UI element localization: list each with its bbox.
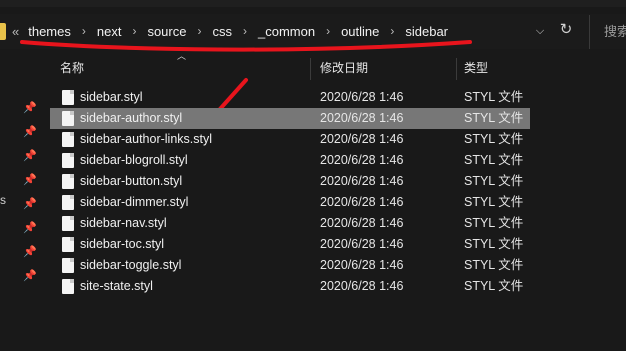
file-row[interactable]: sidebar.styl 2020/6/28 1:46 STYL 文件: [50, 87, 530, 108]
file-date: 2020/6/28 1:46: [320, 216, 404, 230]
pin-icon[interactable]: 📌: [22, 120, 38, 144]
file-name: sidebar.styl: [80, 90, 143, 104]
column-header-row: ︿ 名称 修改日期 类型: [50, 51, 530, 82]
column-divider[interactable]: [456, 58, 457, 80]
file-type: STYL 文件: [464, 111, 524, 125]
chevron-right-icon[interactable]: ›: [390, 24, 394, 38]
file-row[interactable]: sidebar-button.styl 2020/6/28 1:46 STYL 文件: [50, 171, 530, 192]
file-icon: [62, 258, 74, 273]
file-name: site-state.styl: [80, 279, 153, 293]
pin-icon[interactable]: 📌: [22, 216, 38, 240]
file-icon: [62, 111, 74, 126]
chevron-right-icon[interactable]: ›: [243, 24, 247, 38]
breadcrumb-css[interactable]: css: [211, 24, 233, 39]
file-name: sidebar-toc.styl: [80, 237, 165, 251]
file-date: 2020/6/28 1:46: [320, 195, 404, 209]
chevron-right-icon[interactable]: ›: [82, 24, 86, 38]
file-date: 2020/6/28 1:46: [320, 174, 404, 188]
folder-icon: [0, 23, 6, 40]
file-icon: [62, 90, 74, 105]
file-icon: [62, 174, 74, 189]
chevron-right-icon[interactable]: ›: [326, 24, 330, 38]
file-name: sidebar-author-links.styl: [80, 132, 212, 146]
file-icon: [62, 132, 74, 147]
pin-icon[interactable]: 📌: [22, 264, 38, 288]
breadcrumb-themes[interactable]: themes: [27, 24, 72, 39]
file-type: STYL 文件: [464, 153, 524, 167]
file-type: STYL 文件: [464, 132, 524, 146]
file-row[interactable]: sidebar-author-links.styl 2020/6/28 1:46 S…: [50, 129, 530, 150]
overflow-chevron-icon[interactable]: «: [12, 24, 19, 39]
sort-ascending-icon: ︿: [177, 51, 187, 61]
file-icon: [62, 237, 74, 252]
file-type: STYL 文件: [464, 90, 524, 104]
breadcrumb[interactable]: « themes › next › source › css › _common…: [12, 21, 449, 41]
pin-icon[interactable]: 📌: [22, 192, 38, 216]
chevron-right-icon[interactable]: ›: [132, 24, 136, 38]
breadcrumb-common[interactable]: _common: [257, 24, 316, 39]
file-type: STYL 文件: [464, 174, 524, 188]
file-date: 2020/6/28 1:46: [320, 90, 404, 104]
file-icon: [62, 279, 74, 294]
file-row[interactable]: sidebar-toggle.styl 2020/6/28 1:46 STYL 文件: [50, 255, 530, 276]
quick-access-pins: 📌 📌 📌 📌 📌 📌 📌 📌: [22, 96, 38, 288]
column-header-date[interactable]: 修改日期: [320, 56, 368, 82]
file-icon: [62, 195, 74, 210]
window-top-strip: [0, 0, 626, 7]
file-type: STYL 文件: [464, 237, 524, 251]
file-row[interactable]: sidebar-toc.styl 2020/6/28 1:46 STYL 文件: [50, 234, 530, 255]
file-icon: [62, 153, 74, 168]
file-icon: [62, 216, 74, 231]
column-divider[interactable]: [310, 58, 311, 80]
file-date: 2020/6/28 1:46: [320, 132, 404, 146]
file-date: 2020/6/28 1:46: [320, 111, 404, 125]
address-history-dropdown-icon[interactable]: ⌵: [533, 22, 547, 40]
file-type: STYL 文件: [464, 279, 524, 293]
nav-pane-label-fragment[interactable]: s: [0, 193, 6, 207]
file-date: 2020/6/28 1:46: [320, 279, 404, 293]
breadcrumb-sidebar[interactable]: sidebar: [404, 24, 449, 39]
file-name: sidebar-author.styl: [80, 111, 183, 125]
file-list: sidebar.styl 2020/6/28 1:46 STYL 文件 sidebar…: [50, 87, 530, 297]
file-type: STYL 文件: [464, 195, 524, 209]
file-row[interactable]: sidebar-nav.styl 2020/6/28 1:46 STYL 文件: [50, 213, 530, 234]
search-input[interactable]: 搜索: [589, 15, 626, 49]
file-row[interactable]: sidebar-dimmer.styl 2020/6/28 1:46 STYL 文件: [50, 192, 530, 213]
file-name: sidebar-nav.styl: [80, 216, 167, 230]
column-header-name[interactable]: 名称: [60, 56, 84, 82]
file-row[interactable]: sidebar-blogroll.styl 2020/6/28 1:46 STYL …: [50, 150, 530, 171]
pin-icon[interactable]: 📌: [22, 144, 38, 168]
column-header-type[interactable]: 类型: [464, 56, 488, 82]
pin-icon[interactable]: 📌: [22, 96, 38, 120]
file-name: sidebar-blogroll.styl: [80, 153, 188, 167]
file-date: 2020/6/28 1:46: [320, 237, 404, 251]
file-name: sidebar-dimmer.styl: [80, 195, 189, 209]
file-row[interactable]: sidebar-author.styl 2020/6/28 1:46 STYL 文件: [50, 108, 530, 129]
refresh-icon[interactable]: ↻: [556, 20, 576, 40]
file-name: sidebar-toggle.styl: [80, 258, 182, 272]
file-type: STYL 文件: [464, 216, 524, 230]
file-name: sidebar-button.styl: [80, 174, 183, 188]
chevron-right-icon[interactable]: ›: [197, 24, 201, 38]
file-type: STYL 文件: [464, 258, 524, 272]
pin-icon[interactable]: 📌: [22, 168, 38, 192]
breadcrumb-next[interactable]: next: [96, 24, 123, 39]
breadcrumb-outline[interactable]: outline: [340, 24, 380, 39]
pin-icon[interactable]: 📌: [22, 240, 38, 264]
breadcrumb-source[interactable]: source: [146, 24, 187, 39]
file-row[interactable]: site-state.styl 2020/6/28 1:46 STYL 文件: [50, 276, 530, 297]
file-date: 2020/6/28 1:46: [320, 153, 404, 167]
file-date: 2020/6/28 1:46: [320, 258, 404, 272]
